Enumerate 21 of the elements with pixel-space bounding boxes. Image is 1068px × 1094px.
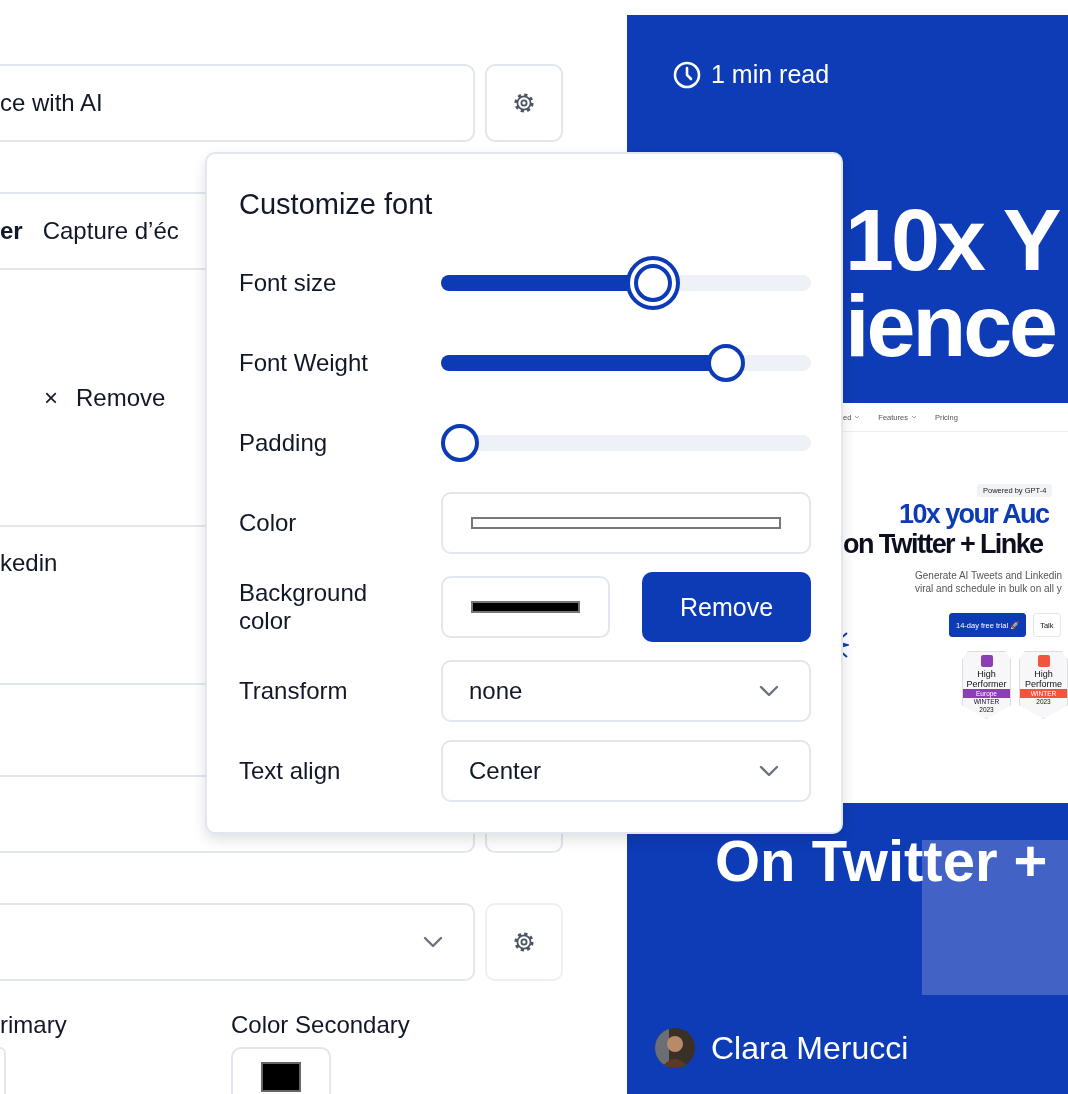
field-label: Text align bbox=[239, 757, 342, 785]
table-cell: Capture d’éc bbox=[42, 217, 179, 245]
subtitle-text: viral and schedule in bulk on all y bbox=[915, 582, 1063, 595]
author-name: Clara Merucci bbox=[711, 1029, 909, 1067]
field-label: Background color bbox=[239, 579, 369, 635]
field-label: Font size bbox=[239, 269, 338, 297]
field-label: Font Weight bbox=[239, 349, 369, 377]
read-time: 1 min read bbox=[711, 60, 830, 89]
subtitle-text: Generate AI Tweets and Linkedin bbox=[915, 569, 1064, 582]
field-label: Color bbox=[239, 509, 298, 537]
headline-text: 10x your Auc bbox=[899, 498, 1050, 531]
heading-text: 10x Y bbox=[845, 197, 1060, 283]
heading-text: ience bbox=[845, 283, 1057, 369]
popover-title: Customize font bbox=[239, 187, 434, 221]
field-label: rimary bbox=[0, 1011, 68, 1039]
field-label: Padding bbox=[239, 429, 329, 457]
field-label: Transform bbox=[239, 677, 349, 705]
subheading-text: On Twitter + bbox=[715, 827, 1049, 894]
table-cell: er bbox=[0, 217, 23, 245]
headline-text: on Twitter + Linke bbox=[843, 529, 1044, 561]
field-label: Color Secondary bbox=[231, 1011, 411, 1039]
